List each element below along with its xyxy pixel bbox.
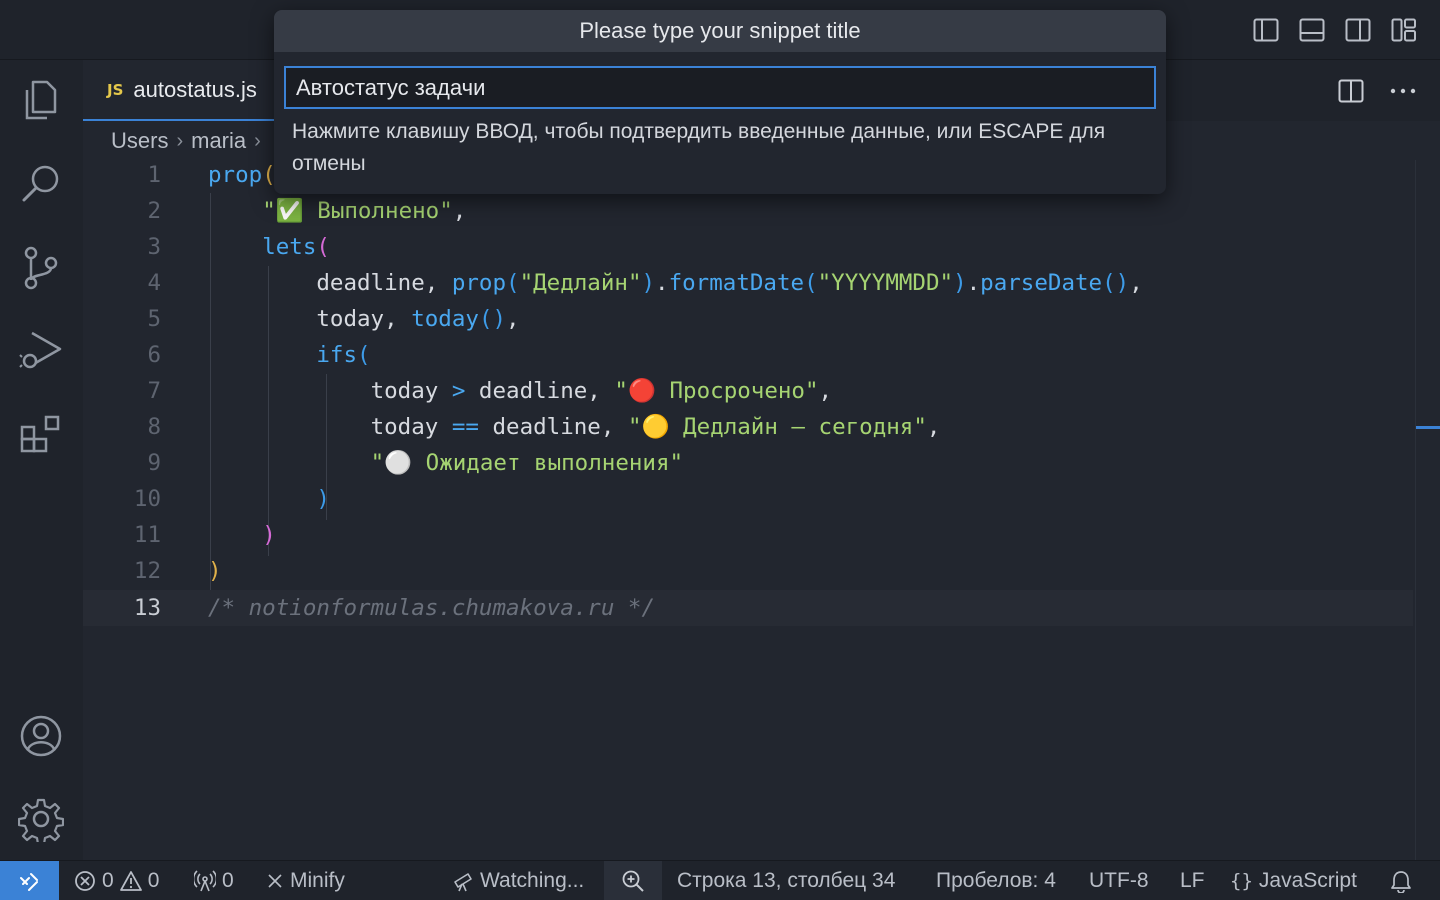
- telescope-icon: [454, 873, 472, 892]
- minify-label: Minify: [290, 869, 345, 892]
- code-line: 12): [83, 553, 1413, 589]
- ports-count: 0: [222, 869, 234, 892]
- code-line: 2 "✅ Выполнено",: [83, 193, 1413, 229]
- snippet-title-input[interactable]: [284, 66, 1156, 109]
- line-number: 13: [133, 595, 161, 621]
- status-bar: 0 0 0 Minify Watching... Строка 13, стол…: [0, 860, 1440, 900]
- code-text: "✅ Выполнено",: [262, 198, 467, 224]
- toggle-panel-icon[interactable]: [1296, 14, 1328, 46]
- javascript-file-icon: JS: [107, 80, 124, 99]
- language-label: JavaScript: [1258, 869, 1357, 892]
- code-text: ): [316, 486, 330, 512]
- quick-input-message: Нажмите клавишу ВВОД, чтобы подтвердить …: [292, 120, 1106, 175]
- braces-icon: {}: [1230, 870, 1253, 892]
- quick-input-title: Please type your snippet title: [274, 10, 1166, 52]
- cursor-position[interactable]: Строка 13, столбец 34: [677, 861, 895, 900]
- minify-button[interactable]: Minify: [266, 861, 345, 900]
- line-number: 10: [133, 486, 161, 512]
- chevron-right-icon: ›: [254, 129, 261, 152]
- accounts-icon[interactable]: [15, 710, 67, 762]
- broadcast-icon: [194, 870, 216, 892]
- code-text: prop(: [208, 162, 276, 188]
- code-text: "⚪ Ожидает выполнения": [370, 450, 684, 476]
- watching-indicator[interactable]: Watching...: [452, 861, 584, 900]
- warning-count: 0: [147, 869, 160, 892]
- toggle-secondary-sidebar-icon[interactable]: [1342, 14, 1374, 46]
- activity-bar: [0, 60, 83, 860]
- bell-icon: [1391, 871, 1411, 893]
- code-line-current: 13 /* notionformulas.chumakova.ru */: [83, 590, 1413, 626]
- code-text: /* notionformulas.chumakova.ru */: [208, 595, 656, 621]
- extensions-icon[interactable]: [15, 408, 67, 460]
- explorer-icon[interactable]: [15, 74, 67, 126]
- remote-indicator[interactable]: [0, 861, 59, 900]
- zoom-button[interactable]: [604, 861, 662, 900]
- code-text: ifs(: [316, 342, 371, 368]
- scrollbar-marker[interactable]: [1416, 426, 1440, 429]
- problems-indicator[interactable]: 0 0: [74, 861, 159, 900]
- settings-gear-icon[interactable]: [15, 793, 67, 845]
- line-number: 1: [147, 162, 161, 188]
- toggle-primary-sidebar-icon[interactable]: [1250, 14, 1282, 46]
- more-actions-icon[interactable]: [1386, 74, 1420, 108]
- code-line: 6 ifs(: [83, 337, 1413, 373]
- code-line: 5 today, today(),: [83, 301, 1413, 337]
- line-number: 7: [147, 378, 161, 404]
- code-line: 3 lets(: [83, 229, 1413, 265]
- line-number: 2: [147, 198, 161, 224]
- tab-autostatus-js[interactable]: JS autostatus.js: [83, 60, 293, 121]
- code-text: ): [262, 522, 276, 548]
- code-text: today, today(),: [316, 306, 520, 332]
- editor-actions: [1334, 74, 1420, 108]
- code-text: today == deadline, "🟡 Дедлайн — сегодня"…: [370, 414, 941, 440]
- close-icon: [268, 874, 282, 888]
- minimap-ruler: [1415, 160, 1416, 860]
- chevron-right-icon: ›: [176, 129, 184, 152]
- remote-icon: [19, 873, 38, 891]
- line-number: 12: [133, 558, 161, 584]
- encoding-selector[interactable]: UTF-8: [1089, 861, 1149, 900]
- code-line: 4 deadline, prop("Дедлайн").formatDate("…: [83, 265, 1413, 301]
- notifications-bell[interactable]: [1390, 861, 1412, 900]
- line-number: 9: [147, 450, 161, 476]
- zoom-in-icon: [622, 870, 644, 892]
- customize-layout-icon[interactable]: [1388, 14, 1420, 46]
- code-text: deadline, prop("Дедлайн").formatDate("YY…: [316, 270, 1143, 296]
- code-line: 11 ): [83, 517, 1413, 553]
- breadcrumb-segment[interactable]: Users: [111, 128, 168, 154]
- error-count: 0: [102, 869, 114, 892]
- error-icon: [75, 871, 95, 891]
- line-number: 3: [147, 234, 161, 260]
- ports-indicator[interactable]: 0: [194, 861, 234, 900]
- breadcrumb-segment[interactable]: maria: [191, 128, 246, 154]
- line-number: 5: [147, 306, 161, 332]
- line-number: 4: [147, 270, 161, 296]
- search-icon[interactable]: [15, 158, 67, 210]
- code-editor[interactable]: 1 prop( 2 "✅ Выполнено", 3 lets( 4 deadli…: [83, 160, 1440, 660]
- code-line: 9 "⚪ Ожидает выполнения": [83, 445, 1413, 481]
- split-editor-icon[interactable]: [1334, 74, 1368, 108]
- line-number: 8: [147, 414, 161, 440]
- code-text: ): [208, 558, 222, 584]
- code-text: lets(: [262, 234, 330, 260]
- code-line: 7 today > deadline, "🔴 Просрочено",: [83, 373, 1413, 409]
- quick-input-widget: Please type your snippet title Нажмите к…: [274, 10, 1166, 194]
- tab-label: autostatus.js: [133, 76, 257, 102]
- layout-controls: [1250, 14, 1420, 46]
- watching-label: Watching...: [480, 869, 585, 892]
- code-line: 8 today == deadline, "🟡 Дедлайн — сегодн…: [83, 409, 1413, 445]
- eol-selector[interactable]: LF: [1180, 861, 1205, 900]
- indentation-selector[interactable]: Пробелов: 4: [936, 861, 1056, 900]
- line-number: 11: [133, 522, 161, 548]
- language-selector[interactable]: {} JavaScript: [1230, 861, 1357, 900]
- source-control-icon[interactable]: [15, 242, 67, 294]
- code-text: today > deadline, "🔴 Просрочено",: [370, 378, 833, 404]
- code-line: 10 ): [83, 481, 1413, 517]
- line-number: 6: [147, 342, 161, 368]
- run-debug-icon[interactable]: [15, 324, 67, 376]
- warning-icon: [119, 871, 142, 891]
